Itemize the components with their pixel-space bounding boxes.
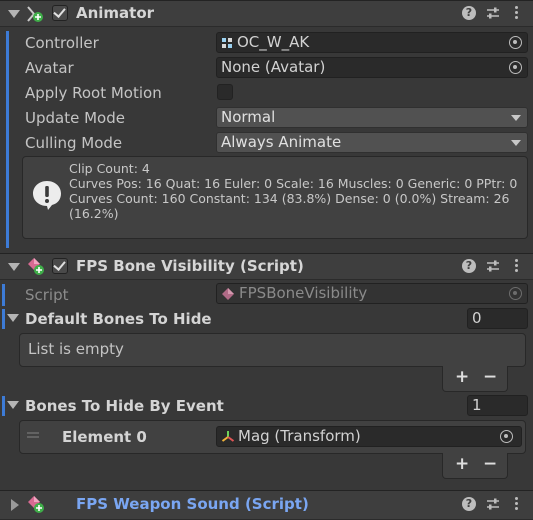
animator-controller-icon (222, 38, 232, 48)
controller-value: OC_W_AK (237, 33, 310, 51)
animator-info-box: Clip Count: 4 Curves Pos: 16 Quat: 16 Eu… (22, 156, 528, 239)
add-element-button[interactable]: + (455, 367, 469, 387)
bones-by-event-list: Element 0 Mag (Transform) (19, 420, 526, 454)
element-object-field[interactable]: Mag (Transform) (216, 426, 522, 447)
culling-mode-value: Always Animate (221, 133, 342, 151)
object-picker-icon (509, 287, 522, 300)
object-picker-icon[interactable] (509, 36, 522, 49)
object-picker-icon[interactable] (509, 61, 522, 74)
bones-by-event-size-field[interactable]: 1 (467, 395, 528, 416)
foldout-arrow-icon[interactable] (8, 263, 20, 271)
avatar-label: Avatar (25, 59, 74, 77)
element-label: Element 0 (62, 428, 147, 446)
transform-icon (221, 431, 235, 442)
dropdown-arrow-icon (511, 140, 521, 146)
list-empty-text: List is empty (28, 340, 124, 358)
help-icon[interactable]: ? (462, 6, 476, 20)
info-line: Curves Count: 160 Constant: 134 (83.8%) … (69, 191, 510, 206)
script-component-icon (28, 496, 44, 513)
fps-bone-visibility-header[interactable]: FPS Bone Visibility (Script) ? (0, 253, 533, 280)
bones-by-event-list-footer: + − (442, 453, 508, 479)
list-size-value: 0 (472, 309, 482, 327)
culling-mode-label: Culling Mode (25, 134, 123, 152)
controller-label: Controller (25, 34, 99, 52)
context-menu-icon[interactable] (515, 259, 519, 273)
script-label: Script (25, 286, 69, 304)
info-icon (33, 181, 61, 210)
default-bones-size-field[interactable]: 0 (467, 308, 528, 329)
component-title: Animator (76, 4, 155, 22)
script-component-icon (28, 258, 44, 275)
object-picker-icon[interactable] (500, 430, 513, 443)
element-value: Mag (Transform) (238, 427, 361, 445)
bones-by-event-label: Bones To Hide By Event (25, 397, 224, 415)
selection-indicator (2, 284, 5, 306)
info-line: (16.2%) (69, 206, 119, 221)
drag-handle-icon[interactable] (26, 431, 40, 439)
selection-indicator (6, 31, 9, 248)
info-line: Curves Pos: 16 Quat: 16 Euler: 0 Scale: … (69, 176, 518, 191)
foldout-arrow-icon[interactable] (8, 10, 20, 18)
help-icon[interactable]: ? (462, 497, 476, 511)
context-menu-icon[interactable] (515, 6, 519, 20)
animator-component-icon (27, 6, 43, 22)
remove-element-button[interactable]: − (483, 367, 497, 387)
script-field: FPSBoneVisibility (216, 283, 528, 304)
selection-indicator (2, 396, 5, 416)
update-mode-dropdown[interactable]: Normal (216, 107, 528, 128)
update-mode-label: Update Mode (25, 109, 125, 127)
fps-bone-visibility-enabled-checkbox[interactable] (52, 258, 68, 274)
fps-weapon-sound-header[interactable]: FPS Weapon Sound (Script) ? (0, 490, 533, 520)
apply-root-motion-checkbox[interactable] (217, 84, 233, 100)
component-title: FPS Weapon Sound (Script) (76, 495, 309, 513)
add-element-button[interactable]: + (455, 454, 469, 474)
selection-indicator (2, 309, 5, 329)
preset-icon[interactable] (486, 6, 500, 20)
preset-icon[interactable] (486, 497, 500, 511)
script-value: FPSBoneVisibility (239, 284, 368, 302)
controller-field[interactable]: OC_W_AK (216, 32, 528, 53)
default-bones-label: Default Bones To Hide (25, 310, 212, 328)
culling-mode-dropdown[interactable]: Always Animate (216, 132, 528, 153)
animator-header[interactable]: Animator ? (0, 0, 533, 27)
foldout-arrow-icon[interactable] (11, 499, 19, 511)
script-asset-icon (222, 288, 234, 300)
foldout-arrow-icon[interactable] (7, 314, 19, 322)
context-menu-icon[interactable] (515, 497, 519, 511)
preset-icon[interactable] (486, 259, 500, 273)
info-line: Clip Count: 4 (69, 161, 150, 176)
dropdown-arrow-icon (511, 115, 521, 121)
apply-root-motion-label: Apply Root Motion (25, 84, 162, 102)
help-icon[interactable]: ? (462, 259, 476, 273)
info-text: Clip Count: 4 Curves Pos: 16 Quat: 16 Eu… (69, 161, 525, 221)
default-bones-list: List is empty (19, 333, 526, 367)
avatar-field[interactable]: None (Avatar) (216, 57, 528, 78)
remove-element-button[interactable]: − (483, 454, 497, 474)
animator-enabled-checkbox[interactable] (52, 5, 68, 21)
foldout-arrow-icon[interactable] (7, 401, 19, 409)
component-title: FPS Bone Visibility (Script) (76, 257, 304, 275)
default-bones-list-footer: + − (442, 366, 508, 392)
update-mode-value: Normal (221, 108, 276, 126)
list-size-value: 1 (472, 396, 482, 414)
avatar-value: None (Avatar) (221, 58, 326, 76)
